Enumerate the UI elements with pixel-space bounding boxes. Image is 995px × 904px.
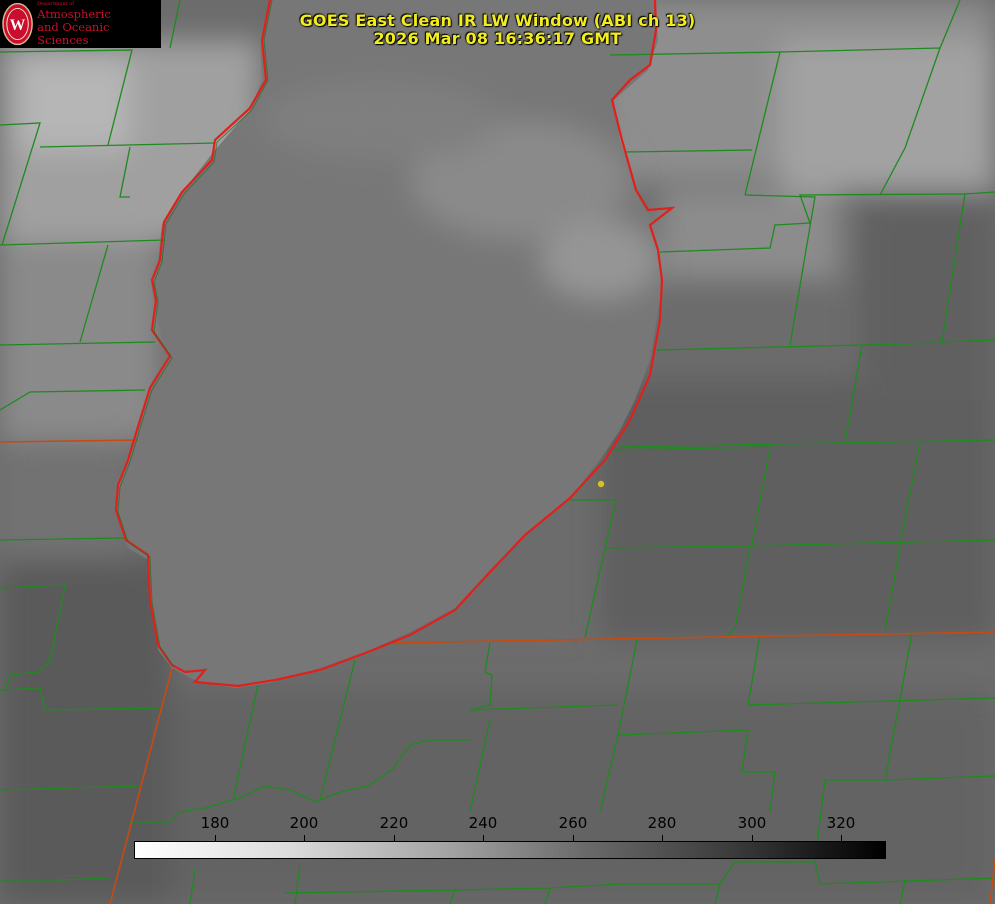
uw-seal-icon: W [2, 2, 33, 46]
colorbar-tick-label: 240 [468, 814, 498, 832]
colorbar-tick-labels: 180 200 220 240 260 280 300 320 [0, 814, 995, 834]
satellite-ir-map [0, 0, 995, 904]
svg-text:W: W [10, 17, 26, 34]
logo-line-2: and Oceanic Sciences [37, 20, 110, 47]
colorbar-tick-label: 260 [558, 814, 588, 832]
uw-aos-logo: W Department of Atmospheric and Oceanic … [0, 0, 161, 48]
colorbar-tick-label: 220 [379, 814, 409, 832]
colorbar-tick-label: 320 [826, 814, 856, 832]
location-marker [597, 480, 605, 488]
colorbar-tick-label: 300 [737, 814, 767, 832]
colorbar-tick-label: 200 [289, 814, 319, 832]
temperature-colorbar [134, 841, 886, 859]
colorbar-tick-label: 180 [200, 814, 230, 832]
colorbar-tick-label: 280 [647, 814, 677, 832]
